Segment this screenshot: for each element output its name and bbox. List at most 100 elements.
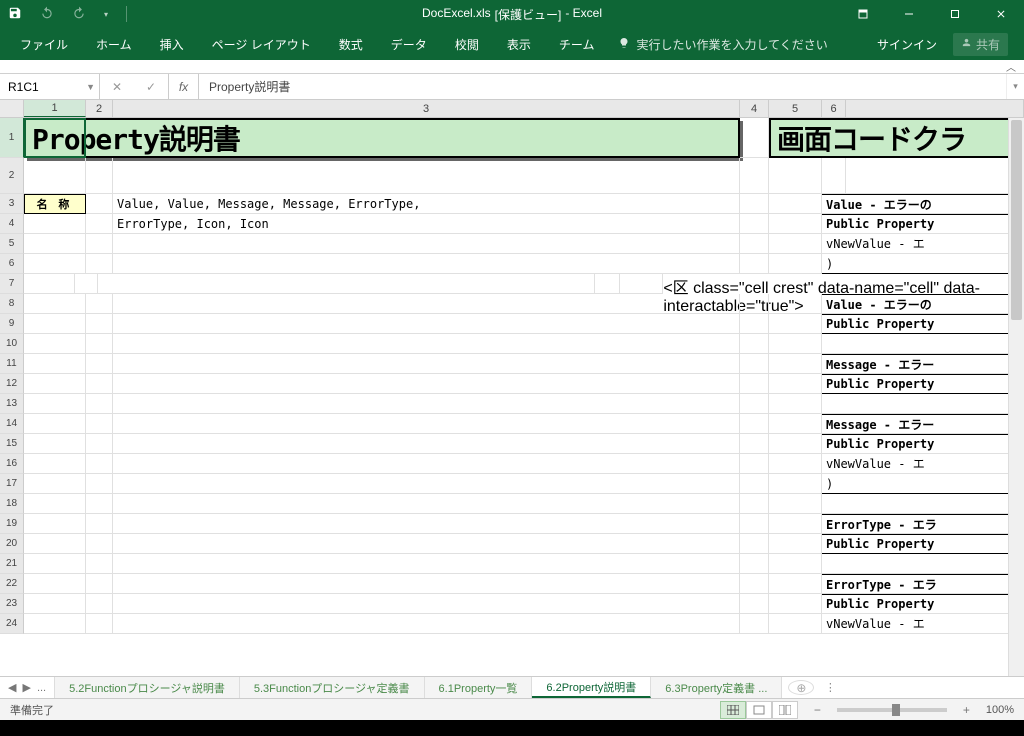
tab-view[interactable]: 表示: [493, 30, 545, 59]
ribbon-display-icon[interactable]: [840, 0, 886, 28]
formula-input[interactable]: Property説明書: [199, 74, 1006, 99]
cell[interactable]: [24, 234, 86, 254]
expand-formula-icon[interactable]: ▾: [1006, 74, 1024, 99]
row-header[interactable]: 16: [0, 454, 24, 474]
cell[interactable]: [769, 614, 822, 634]
zoom-in-icon[interactable]: +: [959, 703, 974, 717]
cell[interactable]: [769, 334, 822, 354]
col-header[interactable]: 6: [822, 100, 846, 117]
row-header[interactable]: 17: [0, 474, 24, 494]
add-sheet-icon[interactable]: ⊕: [788, 680, 814, 695]
share-button[interactable]: 共有: [953, 33, 1008, 56]
sheet-tab[interactable]: 6.1Property一覧: [425, 677, 533, 698]
cell[interactable]: [86, 394, 113, 414]
cell[interactable]: [86, 334, 113, 354]
cell[interactable]: [86, 434, 113, 454]
row-header[interactable]: 7: [0, 274, 24, 294]
cell[interactable]: [75, 274, 98, 294]
sheet-tab[interactable]: 5.2Functionプロシージャ説明書: [55, 677, 240, 698]
cell[interactable]: [113, 474, 740, 494]
cell[interactable]: [86, 194, 113, 214]
cell[interactable]: [86, 254, 113, 274]
row-header[interactable]: 13: [0, 394, 24, 414]
cell[interactable]: [740, 494, 769, 514]
cell[interactable]: [740, 294, 769, 314]
cell[interactable]: [769, 474, 822, 494]
row-header[interactable]: 6: [0, 254, 24, 274]
minimize-icon[interactable]: [886, 0, 932, 28]
row-header[interactable]: 1: [0, 118, 24, 158]
cell[interactable]: [740, 234, 769, 254]
cell[interactable]: [769, 214, 822, 234]
cell[interactable]: [24, 294, 86, 314]
cell[interactable]: [769, 294, 822, 314]
cell[interactable]: [98, 274, 595, 294]
cell[interactable]: vNewValue - エ: [822, 614, 1024, 634]
row-header[interactable]: 11: [0, 354, 24, 374]
cell[interactable]: [769, 514, 822, 534]
cell[interactable]: [86, 474, 113, 494]
cell[interactable]: Public Property: [822, 374, 1024, 394]
cell[interactable]: [822, 554, 1024, 574]
tab-formulas[interactable]: 数式: [325, 30, 377, 59]
row-header[interactable]: 24: [0, 614, 24, 634]
cell[interactable]: [822, 494, 1024, 514]
select-all-corner[interactable]: [0, 100, 24, 117]
cell[interactable]: [740, 118, 769, 158]
cell[interactable]: [740, 474, 769, 494]
cell[interactable]: [86, 534, 113, 554]
row-header[interactable]: 4: [0, 214, 24, 234]
row-header[interactable]: 12: [0, 374, 24, 394]
sheet-prev-icon[interactable]: ◀: [8, 681, 16, 694]
cell[interactable]: [740, 414, 769, 434]
cell[interactable]: Value - エラーの: [822, 294, 1024, 314]
cell[interactable]: [24, 314, 86, 334]
cell[interactable]: [769, 534, 822, 554]
row-header[interactable]: 9: [0, 314, 24, 334]
col-header[interactable]: 3: [113, 100, 740, 117]
cell[interactable]: ): [822, 474, 1024, 494]
cell[interactable]: [740, 334, 769, 354]
qat-dropdown-icon[interactable]: ▾: [104, 10, 108, 19]
cell[interactable]: ErrorType, Icon, Icon: [113, 214, 740, 234]
cell[interactable]: [86, 594, 113, 614]
cell[interactable]: [769, 594, 822, 614]
cell[interactable]: ErrorType - エラ: [822, 574, 1024, 594]
sheet-next-icon[interactable]: ▶: [22, 681, 30, 694]
tab-review[interactable]: 校閲: [441, 30, 493, 59]
scrollbar-thumb[interactable]: [1011, 120, 1022, 320]
cell[interactable]: [113, 574, 740, 594]
label-name[interactable]: 名 称: [24, 194, 86, 214]
redo-icon[interactable]: [72, 6, 86, 23]
cell[interactable]: Message - エラー: [822, 414, 1024, 434]
zoom-level[interactable]: 100%: [986, 704, 1014, 716]
cell[interactable]: [740, 354, 769, 374]
cancel-formula-icon[interactable]: ✕: [100, 80, 134, 94]
collapse-ribbon-icon[interactable]: ︿: [1006, 59, 1016, 74]
cell[interactable]: [769, 394, 822, 414]
cell[interactable]: [740, 594, 769, 614]
cell[interactable]: [113, 414, 740, 434]
cell[interactable]: [86, 294, 113, 314]
cell[interactable]: [24, 254, 86, 274]
row-header[interactable]: 2: [0, 158, 24, 194]
cell[interactable]: [740, 554, 769, 574]
cell[interactable]: [846, 158, 1024, 194]
sheet-tab[interactable]: 5.3Functionプロシージャ定義書: [240, 677, 425, 698]
pagebreak-view-icon[interactable]: [772, 701, 798, 719]
cell[interactable]: [822, 158, 846, 194]
col-header[interactable]: 5: [769, 100, 822, 117]
enter-formula-icon[interactable]: ✓: [134, 80, 168, 94]
signin-link[interactable]: サインイン: [877, 36, 937, 53]
cell[interactable]: [86, 374, 113, 394]
cell[interactable]: [113, 614, 740, 634]
cell[interactable]: ): [822, 254, 1024, 274]
cell[interactable]: Public Property: [822, 434, 1024, 454]
cell[interactable]: [113, 394, 740, 414]
row-header[interactable]: 22: [0, 574, 24, 594]
zoom-knob[interactable]: [892, 704, 900, 716]
cell[interactable]: [769, 158, 822, 194]
cell[interactable]: [769, 434, 822, 454]
cell[interactable]: [740, 394, 769, 414]
cell[interactable]: [24, 374, 86, 394]
